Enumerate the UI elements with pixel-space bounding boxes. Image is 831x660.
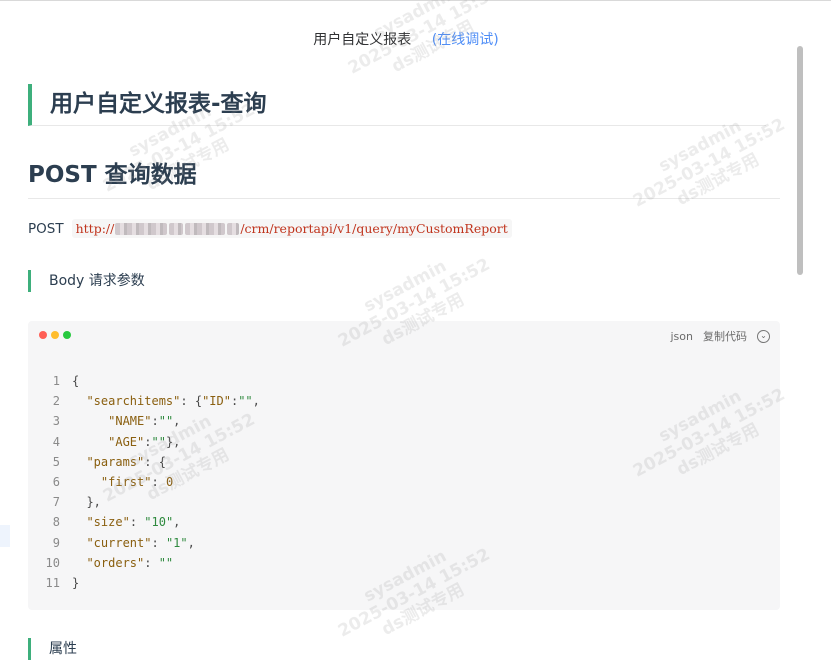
- code-line: 10 "orders": "": [28, 553, 780, 573]
- code-line: 6 "first": 0: [28, 472, 780, 492]
- code-token: "": [158, 414, 174, 429]
- online-debug-link[interactable]: (在线调试): [432, 32, 499, 48]
- code-token: {: [72, 374, 80, 388]
- doc-heading-h2: POST 查询数据: [28, 155, 780, 199]
- attributes-heading: 属性: [28, 638, 77, 660]
- code-token: "10": [144, 515, 174, 530]
- line-number: 11: [45, 575, 60, 590]
- body-params-heading: Body 请求参数: [28, 270, 145, 292]
- line-number: 4: [52, 434, 60, 449]
- code-language-label: json: [670, 329, 694, 343]
- green-dot-icon: [63, 331, 71, 339]
- copy-code-button[interactable]: 复制代码: [703, 328, 747, 344]
- code-line: 2 "searchitems": {"ID": "",: [28, 391, 780, 411]
- redacted-host-part: [227, 222, 240, 235]
- code-token: "ID": [202, 394, 231, 409]
- url-path: /crm/reportapi/v1/query/myCustomReport: [240, 221, 508, 236]
- doc-heading-h1: 用户自定义报表-查询: [28, 84, 766, 126]
- code-token: },: [165, 434, 181, 449]
- code-token: "": [238, 394, 253, 409]
- code-token: },: [72, 495, 101, 510]
- code-token: "NAME": [108, 414, 152, 429]
- sidebar-edge: [0, 525, 10, 547]
- code-token: :: [144, 555, 159, 570]
- endpoint-line: POST http:// /crm/reportapi/v1/query/myC…: [28, 219, 512, 238]
- code-lines: 1{2 "searchitems": {"ID": "", 3 "NAME": "",…: [28, 371, 780, 593]
- red-dot-icon: [39, 331, 47, 339]
- code-token: :: [230, 394, 239, 409]
- window-dots: [39, 331, 71, 339]
- code-line: 7 },: [28, 492, 780, 512]
- redacted-host-part: [185, 222, 226, 235]
- code-line: 1{: [28, 371, 780, 391]
- code-token: "orders": [86, 555, 145, 570]
- code-line: 11}: [28, 573, 780, 593]
- code-token: "1": [165, 535, 188, 550]
- line-number: 2: [52, 394, 60, 409]
- code-block: json 复制代码 ⌄ 1{2 "searchitems": {"ID": "",…: [28, 321, 780, 610]
- code-token: "params": [86, 454, 145, 469]
- yellow-dot-icon: [51, 331, 59, 339]
- line-number: 8: [52, 515, 60, 530]
- http-method: POST: [28, 220, 64, 237]
- line-number: 3: [52, 414, 60, 429]
- redacted-host-part: [115, 222, 168, 235]
- line-number: 10: [45, 555, 60, 570]
- code-token: }: [72, 575, 80, 590]
- code-line: 9 "current": "1",: [28, 533, 780, 553]
- code-token: :: [151, 535, 166, 550]
- code-line: 5 "params": {: [28, 452, 780, 472]
- code-token: "": [158, 555, 174, 570]
- code-token: "current": [86, 535, 152, 550]
- code-token: "first": [100, 474, 152, 489]
- code-line: 3 "NAME": "",: [28, 411, 780, 431]
- code-token: : {: [144, 454, 166, 469]
- code-token: ,: [173, 515, 181, 530]
- code-token: ,: [187, 535, 195, 550]
- page-header: 用户自定义报表 (在线调试): [0, 29, 812, 49]
- code-line: 8 "size": "10",: [28, 512, 780, 532]
- code-token: :: [151, 414, 159, 429]
- line-number: 9: [52, 535, 60, 550]
- code-line: 4 "AGE": ""},: [28, 432, 780, 452]
- window-top-border: [0, 0, 831, 1]
- code-token: ,: [173, 414, 181, 429]
- line-number: 5: [52, 454, 60, 469]
- code-token: :: [144, 434, 152, 449]
- code-token: :: [151, 474, 166, 489]
- line-number: 6: [52, 474, 60, 489]
- code-token: "AGE": [108, 434, 145, 449]
- line-number: 1: [52, 374, 60, 388]
- chevron-down-icon[interactable]: ⌄: [757, 329, 770, 343]
- scrollbar-thumb[interactable]: [797, 46, 803, 275]
- code-toolbar: json 复制代码 ⌄: [670, 328, 770, 344]
- code-token: :: [129, 515, 145, 530]
- code-token: : {: [180, 394, 203, 409]
- line-number: 7: [52, 495, 60, 510]
- redacted-host-part: [169, 222, 184, 235]
- url-prefix: http://: [75, 221, 115, 236]
- code-token: 0: [165, 474, 174, 489]
- code-token: "": [151, 434, 166, 449]
- code-token: ,: [252, 394, 260, 409]
- endpoint-url: http:// /crm/reportapi/v1/query/myCustom…: [71, 219, 512, 238]
- page-title: 用户自定义报表: [313, 32, 412, 48]
- code-token: "size": [86, 515, 130, 530]
- code-token: "searchitems": [86, 394, 181, 409]
